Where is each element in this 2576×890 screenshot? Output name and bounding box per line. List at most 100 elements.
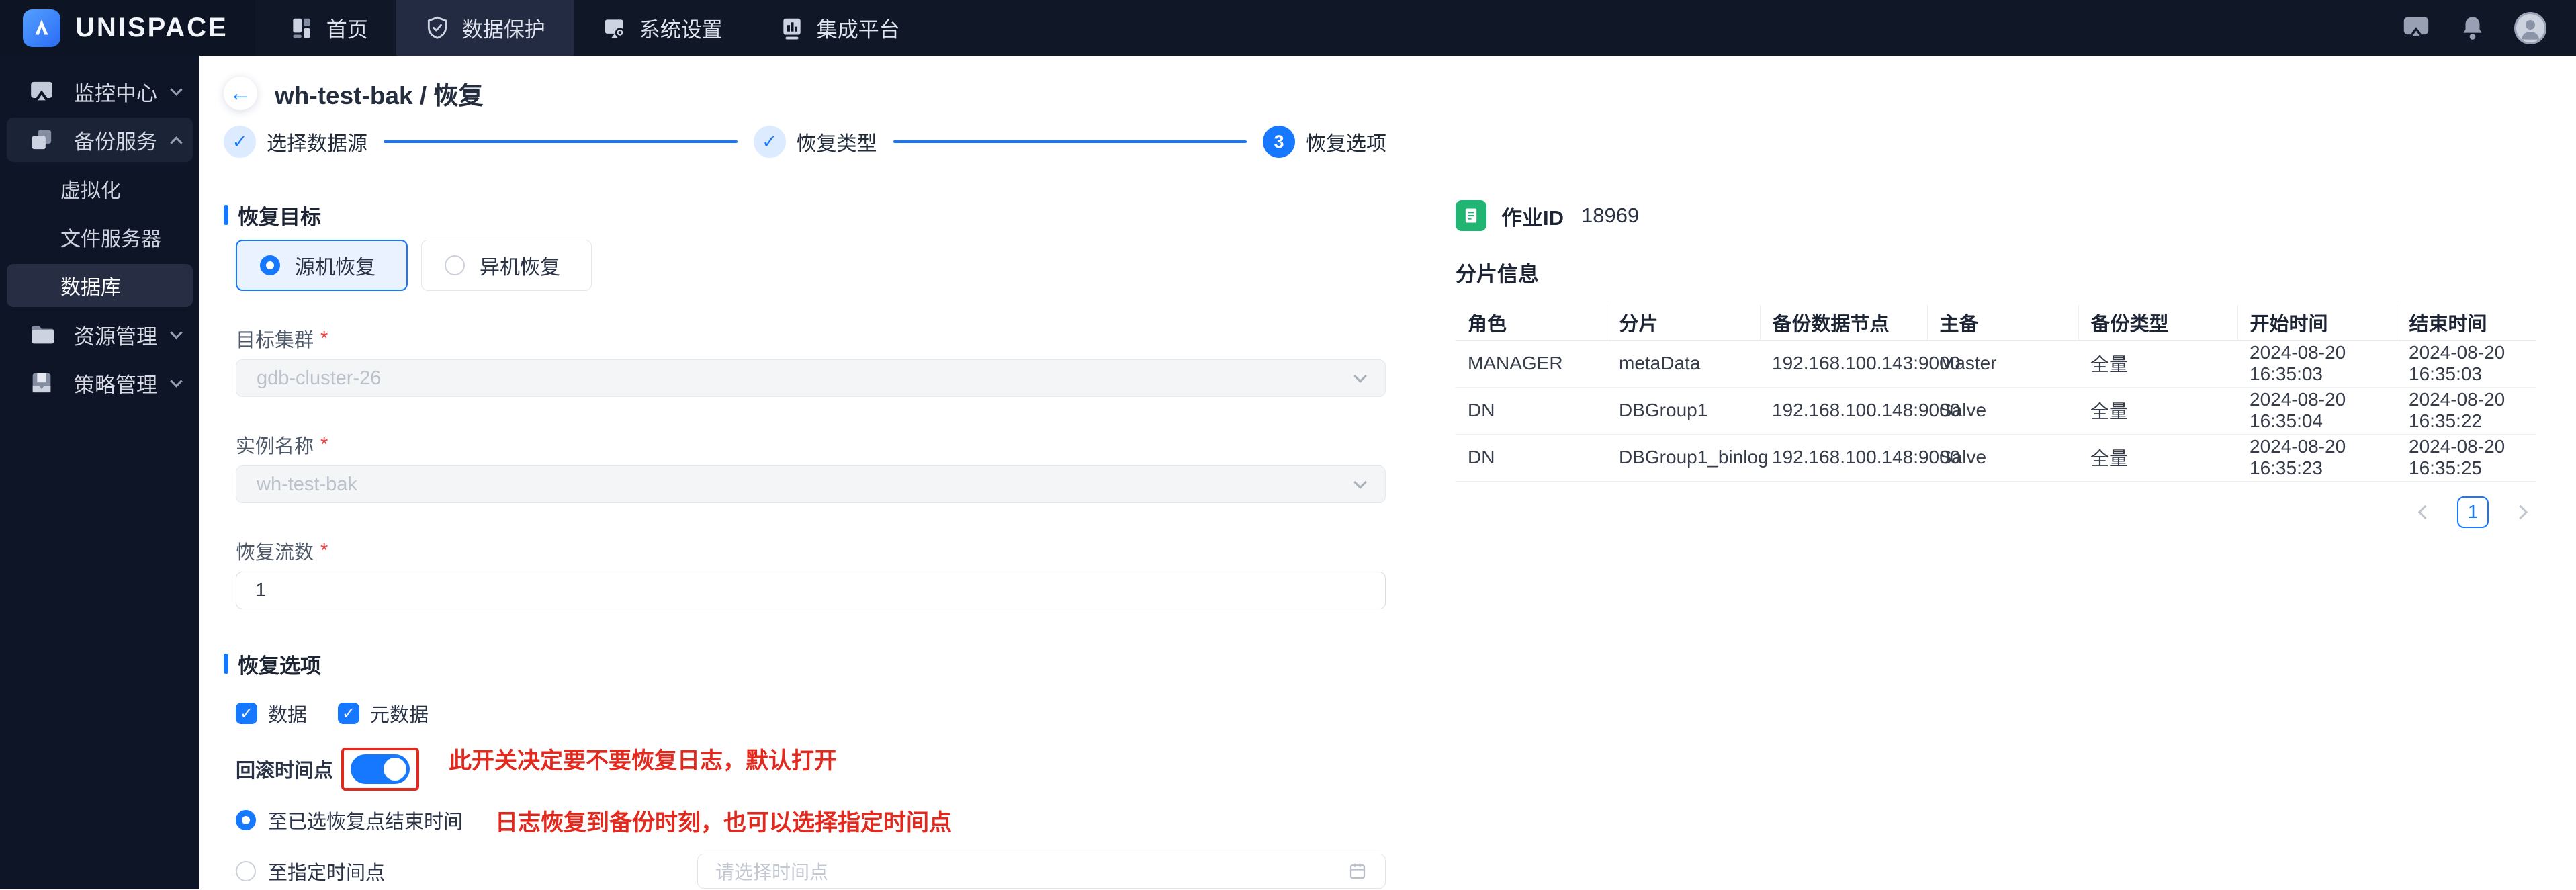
radio-unselected-icon[interactable] <box>236 861 256 881</box>
pagination: 1 <box>1456 496 2536 528</box>
pagination-page-1[interactable]: 1 <box>2457 496 2489 528</box>
step-number: 3 <box>1263 126 1295 158</box>
cell-shard: metaData <box>1607 340 1760 388</box>
cell-start-time: 2024-08-20 16:35:03 <box>2237 340 2397 388</box>
nav-item-label: 首页 <box>326 18 368 42</box>
toggle-knob <box>384 758 407 781</box>
user-icon <box>2521 19 2540 40</box>
column-header: 备份数据节点 <box>1759 305 1927 341</box>
dashboard-icon <box>293 18 310 38</box>
job-info-panel: 作业ID 18969 分片信息 角色 分片 备份数据节点 主备 备份类型 开始时… <box>1456 197 2536 528</box>
column-header: 角色 <box>1456 305 1607 341</box>
annotation-radio-note: 日志恢复到备份时刻，也可以选择指定时间点 <box>495 809 952 836</box>
nav-item-label: 数据保护 <box>461 18 545 42</box>
sidebar-subitem-label: 文件服务器 <box>60 228 161 251</box>
checkbox-label: 元数据 <box>370 705 429 726</box>
table-header-row: 角色 分片 备份数据节点 主备 备份类型 开始时间 结束时间 <box>1456 305 2536 341</box>
step-connector <box>384 140 738 143</box>
chevron-down-icon <box>170 326 183 339</box>
step-select-datasource[interactable]: ✓ 选择数据源 <box>224 126 367 158</box>
datetime-picker-input[interactable]: 请选择时间点 <box>697 854 1386 889</box>
top-navbar: UNISPACE 首页 数据保护 系统设置 集成平台 <box>0 0 2576 56</box>
checkbox-metadata[interactable]: ✓ 元数据 <box>338 699 429 727</box>
nav-item-home[interactable]: 首页 <box>261 0 396 56</box>
shard-info-title: 分片信息 <box>1456 263 1539 286</box>
required-mark: * <box>320 327 328 349</box>
radio-unselected-icon <box>445 255 465 275</box>
sidebar-item-monitor-center[interactable]: 监控中心 <box>7 69 193 114</box>
step-label: 恢复类型 <box>796 133 877 155</box>
restore-form: 恢复目标 源机恢复 异机恢复 目标集群 * gdb-cluster-26 实例名… <box>224 197 1386 890</box>
nav-item-label: 系统设置 <box>639 18 723 42</box>
radio-selected-icon[interactable] <box>236 810 256 830</box>
instance-name-select: wh-test-bak <box>236 465 1386 503</box>
job-id-label: 作业ID <box>1501 206 1564 230</box>
step-restore-type[interactable]: ✓ 恢复类型 <box>753 126 877 158</box>
step-check-icon: ✓ <box>753 126 786 158</box>
sidebar-item-backup-service[interactable]: 备份服务 <box>7 118 193 162</box>
back-button[interactable]: ← <box>224 77 257 110</box>
cell-end-time: 2024-08-20 16:35:25 <box>2397 434 2536 482</box>
chevron-down-icon <box>170 374 183 388</box>
monitor-icon <box>31 81 52 101</box>
card-other-machine-restore[interactable]: 异机恢复 <box>421 240 592 291</box>
sidebar-item-label: 监控中心 <box>74 81 157 105</box>
sidebar-item-resource-management[interactable]: 资源管理 <box>7 312 193 357</box>
required-mark: * <box>320 433 328 455</box>
back-arrow-icon: ← <box>229 80 252 106</box>
cell-start-time: 2024-08-20 16:35:23 <box>2237 434 2397 482</box>
radio-row-end-of-restore-point: 至已选恢复点结束时间 日志恢复到备份时刻，也可以选择指定时间点 <box>236 803 1386 838</box>
table-row: DN DBGroup1 192.168.100.148:9000 Salve 全… <box>1456 387 2536 435</box>
sidebar-subitem-file-server[interactable]: 文件服务器 <box>7 216 193 259</box>
datetime-placeholder: 请选择时间点 <box>715 862 829 883</box>
steps-wizard: ✓ 选择数据源 ✓ 恢复类型 3 恢复选项 <box>224 124 1386 159</box>
section-title: 恢复目标 <box>238 205 321 229</box>
backup-copy-icon <box>32 130 52 150</box>
main-content: ← wh-test-bak / 恢复 ✓ 选择数据源 ✓ 恢复类型 3 恢复选项… <box>199 56 2576 889</box>
calendar-icon <box>1349 863 1366 879</box>
step-label: 恢复选项 <box>1306 133 1386 155</box>
cell-master-slave: Salve <box>1927 387 2078 435</box>
notification-bell-icon[interactable] <box>2459 14 2486 42</box>
card-label: 源机恢复 <box>295 257 375 279</box>
nav-item-integration-platform[interactable]: 集成平台 <box>751 0 928 56</box>
nav-menu: 首页 数据保护 系统设置 集成平台 <box>261 0 928 56</box>
sidebar-item-policy-management[interactable]: 策略管理 <box>7 361 193 405</box>
chevron-down-icon <box>1353 369 1367 383</box>
pagination-prev-icon[interactable] <box>2417 504 2433 519</box>
cell-node: 192.168.100.143:9000 <box>1760 340 1960 388</box>
nav-item-system-settings[interactable]: 系统设置 <box>574 0 751 56</box>
field-label-instance-name: 实例名称 * <box>236 433 328 458</box>
radio-selected-icon <box>260 255 280 275</box>
nav-item-label: 集成平台 <box>816 18 900 42</box>
sidebar: 监控中心 备份服务 虚拟化 文件服务器 数据库 资源管理 策略管理 <box>0 56 199 889</box>
column-header: 备份类型 <box>2078 305 2237 341</box>
pagination-next-icon[interactable] <box>2513 504 2528 519</box>
brand-logo-icon <box>23 9 60 47</box>
radio-label: 至指定时间点 <box>268 862 386 884</box>
column-header: 开始时间 <box>2237 305 2397 341</box>
sidebar-subitem-label: 数据库 <box>60 277 121 299</box>
card-source-machine-restore[interactable]: 源机恢复 <box>236 240 408 291</box>
sidebar-subitem-database[interactable]: 数据库 <box>7 264 193 307</box>
restore-streams-input[interactable] <box>236 572 1386 609</box>
cell-shard: DBGroup1_binlog <box>1607 434 1769 482</box>
step-restore-options[interactable]: 3 恢复选项 <box>1263 126 1386 158</box>
user-avatar[interactable] <box>2514 11 2546 44</box>
page-header: ← wh-test-bak / 恢复 <box>224 73 2552 114</box>
cell-end-time: 2024-08-20 16:35:22 <box>2397 387 2536 435</box>
nav-item-data-protection[interactable]: 数据保护 <box>396 0 574 56</box>
shield-icon <box>427 16 447 39</box>
checkbox-data[interactable]: ✓ 数据 <box>236 699 307 727</box>
cell-role: DN <box>1456 434 1607 482</box>
rollback-toggle[interactable] <box>351 754 410 784</box>
column-header: 结束时间 <box>2396 305 2536 341</box>
policy-icon <box>32 373 51 393</box>
sidebar-subitem-virtualization[interactable]: 虚拟化 <box>7 167 193 210</box>
target-cluster-select: gdb-cluster-26 <box>236 359 1386 397</box>
cell-shard: DBGroup1 <box>1607 387 1760 435</box>
card-label: 异机恢复 <box>480 257 560 279</box>
screen-cast-icon[interactable] <box>2401 15 2431 42</box>
brand: UNISPACE <box>0 0 255 56</box>
navbar-right <box>2401 11 2576 44</box>
